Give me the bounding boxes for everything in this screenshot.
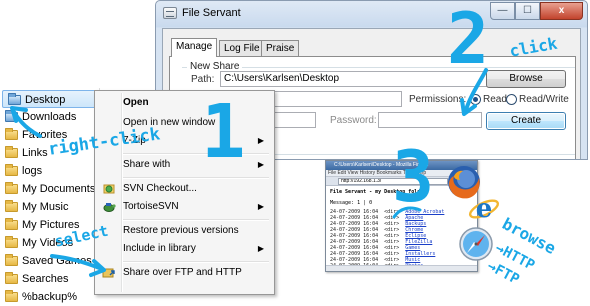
step-2-label: 2 — [447, 0, 490, 80]
step-1-label: 1 — [201, 89, 246, 175]
minimize-button[interactable]: — — [490, 2, 515, 20]
browse-button[interactable]: Browse — [486, 70, 566, 88]
menu-item-label: SVN Checkout... — [123, 183, 197, 194]
tab-manage[interactable]: Manage — [171, 38, 218, 57]
create-button[interactable]: Create — [486, 112, 566, 130]
password-label: Password: — [330, 115, 377, 126]
tree-item-label: logs — [22, 165, 43, 177]
tree-item-label: %backup% — [22, 291, 78, 303]
backup-folder-icon — [5, 290, 18, 302]
menu-item-label: Open — [123, 97, 149, 108]
logs-folder-icon — [5, 164, 18, 176]
step-3-label: 3 — [392, 136, 435, 218]
pictures-folder-icon — [5, 218, 18, 230]
saved-games-folder-icon — [5, 254, 18, 266]
tree-item-logs[interactable]: logs — [0, 162, 97, 180]
permissions-label: Permissions: — [409, 94, 467, 105]
menu-item-label: Restore previous versions — [123, 225, 239, 236]
permission-read-label: Read — [483, 94, 507, 105]
menu-item-share-with[interactable]: Share with ▶ — [97, 155, 272, 175]
svn-checkout-icon — [103, 184, 115, 194]
permission-readwrite-radio[interactable] — [506, 94, 517, 105]
browser-status-bar — [326, 265, 477, 271]
permission-readwrite-label: Read/Write — [519, 94, 569, 105]
password-input[interactable] — [378, 112, 482, 128]
tree-item-backup[interactable]: %backup% — [0, 288, 97, 306]
menu-item-tortoisesvn[interactable]: TortoiseSVN ▶ — [97, 197, 272, 217]
title-bar[interactable]: File Servant — ☐ x — [156, 1, 587, 27]
menu-item-label: Include in library — [123, 243, 196, 254]
menu-item-open[interactable]: Open — [97, 93, 272, 113]
share-ftp-http-icon — [102, 268, 115, 278]
internet-explorer-logo-icon: e — [468, 194, 500, 224]
close-button[interactable]: x — [540, 2, 583, 20]
maximize-button[interactable]: ☐ — [515, 2, 540, 20]
downloads-folder-icon — [5, 110, 18, 122]
app-icon — [163, 7, 177, 19]
tree-item-my-music[interactable]: My Music — [0, 198, 97, 216]
path-label: Path: — [191, 74, 215, 85]
tree-item-saved-games[interactable]: Saved Games — [0, 252, 97, 270]
music-folder-icon — [5, 200, 18, 212]
permission-read-radio[interactable] — [470, 94, 481, 105]
searches-folder-icon — [5, 272, 18, 284]
safari-logo-icon — [459, 227, 493, 261]
menu-item-share-ftp-http[interactable]: Share over FTP and HTTP — [97, 263, 272, 283]
menu-item-include-in-library[interactable]: Include in library ▶ — [97, 239, 272, 259]
tree-item-my-documents[interactable]: My Documents — [0, 180, 97, 198]
tree-item-desktop[interactable]: Desktop — [2, 90, 99, 108]
tree-item-searches[interactable]: Searches — [0, 270, 97, 288]
favorites-folder-icon — [5, 128, 18, 140]
menu-item-label: TortoiseSVN — [123, 201, 179, 212]
tortoisesvn-icon — [103, 203, 116, 212]
tree-item-label: My Documents — [22, 183, 96, 195]
submenu-arrow-icon: ▶ — [257, 160, 264, 169]
submenu-arrow-icon: ▶ — [257, 244, 264, 253]
window-title: File Servant — [182, 7, 241, 19]
menu-item-svn-checkout[interactable]: SVN Checkout... — [97, 179, 272, 199]
explorer-folder-pane: Desktop Downloads Favorites Links logs M… — [0, 88, 100, 303]
tree-item-label: My Music — [22, 201, 69, 213]
menu-item-restore-previous-versions[interactable]: Restore previous versions — [97, 221, 272, 241]
listing-subheading: Message: 1 | 0 — [330, 200, 373, 206]
documents-folder-icon — [5, 182, 18, 194]
tree-item-label: Desktop — [25, 94, 66, 106]
submenu-arrow-icon: ▶ — [257, 136, 264, 145]
tab-praise[interactable]: Praise — [261, 40, 300, 56]
videos-folder-icon — [5, 236, 18, 248]
tab-log-file[interactable]: Log File — [219, 40, 265, 56]
submenu-arrow-icon: ▶ — [257, 202, 264, 211]
tree-item-label: Searches — [22, 273, 69, 285]
tree-item-label: Links — [22, 147, 48, 159]
links-folder-icon — [5, 146, 18, 158]
menu-item-label: Share with — [123, 159, 171, 170]
desktop-folder-icon — [8, 93, 21, 105]
tree-item-label: Downloads — [22, 111, 77, 123]
svg-text:e: e — [476, 194, 493, 224]
tree-item-label: Saved Games — [22, 255, 92, 267]
tree-item-downloads[interactable]: Downloads — [0, 108, 97, 126]
context-menu: Open Open in new window 7-Zip ▶ Share wi… — [94, 90, 275, 295]
menu-item-label: Share over FTP and HTTP — [123, 267, 242, 278]
